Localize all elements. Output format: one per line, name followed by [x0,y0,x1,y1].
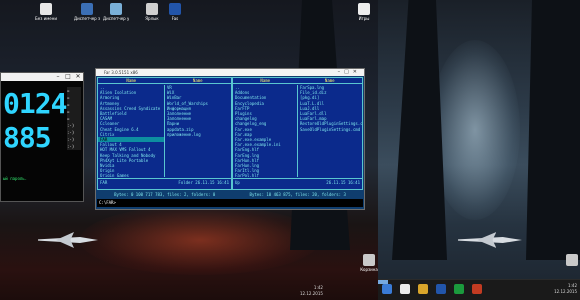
file-explorer-icon[interactable] [418,284,428,294]
app-icon[interactable] [472,284,482,294]
info-name: FAR [100,180,108,185]
wallpaper-fire-glow [80,205,320,275]
clock-date: 12.12.2015 [300,291,323,296]
side-list-item[interactable]: = [67,108,81,115]
command-line[interactable]: C:\FAR> [97,199,363,207]
password-text: ый пароль. [3,176,28,181]
window-titlebar[interactable]: – □ ✕ [1,73,83,81]
panel-column: FarSpa.lng File_id.diz [pkg.di] LuaT.L.dll L… [298,85,362,177]
status-right: Bytes: 10 463 875, files: 20, folders: 3 [249,192,346,197]
info-date: 26.11.15 16:41 [326,180,360,185]
task-manager-icon [81,3,93,15]
status-line: Bytes: 0 100 717 783, files: 2, folders:… [97,191,363,198]
recycle-bin-icon [363,254,375,266]
desktop-icon-far[interactable]: Fas [162,3,188,21]
maximize-icon[interactable]: □ [63,73,73,81]
left-screen-clock[interactable]: 1:42 12.12.2015 [300,285,323,297]
file-list-item[interactable]: Origin Games [98,173,164,177]
info-name: Up [235,180,240,185]
side-list[interactable]: = = = = = :-) :-) :-) :-) [67,87,81,150]
side-list-item[interactable]: :-) [67,136,81,143]
side-list-item[interactable]: = [67,94,81,101]
desktop-icon-document[interactable]: Без имени [33,3,59,21]
panel-column: .. Alien Isolation Armoring Artmoney Assassi… [98,85,165,177]
desktop: Без имени Диспетчер задач Диспетчер устр… [0,0,580,300]
column-header: Name [260,78,271,83]
side-list-item[interactable]: = [67,101,81,108]
panel-info-line: Up 26.11.15 16:41 [233,178,362,188]
folder-icon [358,3,370,15]
search-icon[interactable] [400,284,410,294]
start-icon[interactable] [382,284,392,294]
close-icon[interactable]: ✕ [353,69,361,75]
far-manager-icon [169,3,181,15]
info-date: Folder 26.11.15 16:41 [178,180,229,185]
clock-date: 12.12.2015 [554,289,577,294]
panel-column: .. Addons Documentation Encyclopedia FarFTP P… [233,85,298,177]
column-header: Name [192,78,203,83]
right-panel[interactable]: Name Name .. Addons Documentation Encyclope… [232,77,363,190]
shortcut-icon [146,3,158,15]
side-list-item[interactable]: :-) [67,143,81,150]
desktop-icon-device-manager[interactable]: Диспетчер устройств [103,3,129,21]
system-tray[interactable]: 1:42 12.12.2015 [554,283,577,295]
panel-column: VR WiX WinBar World_of_Warships Информация За… [165,85,231,177]
taskbar: 1:42 12.12.2015 [378,279,580,300]
file-list-item[interactable]: RestoreOldPluginSettings.cmd [298,121,362,126]
panel-header: Name Name [98,78,231,84]
window-title: Far 3.0.5151 x86 [104,70,138,75]
wallpaper-spaceship [458,232,522,248]
desktop-icon-recycle-bin[interactable]: Корзина [356,254,382,272]
column-header: Name [126,78,137,83]
side-list-item[interactable]: = [67,87,81,94]
file-list-item[interactable]: FarPol.hlf [233,173,297,177]
side-list-item[interactable]: :-) [67,129,81,136]
clock-window[interactable]: – □ ✕ 0124 885 = = = = = :-) :-) :-) :-)… [0,72,84,202]
clock-digits-top: 0124 [3,87,67,120]
status-left: Bytes: 0 100 717 783, files: 2, folders:… [114,192,216,197]
far-manager-window[interactable]: Far 3.0.5151 x86 –□✕ Name Name .. Alien I… [95,68,365,210]
desktop-icon-task-manager[interactable]: Диспетчер задач [74,3,100,21]
file-list-item[interactable]: SaveOldPluginSettings.cmd [298,127,362,132]
clock-digits-bottom: 885 [3,121,52,154]
desktop-icon-games[interactable]: Игры [351,3,377,21]
desktop-icon-recycle-bin[interactable] [559,254,580,266]
device-manager-icon [110,3,122,15]
close-icon[interactable]: ✕ [73,73,83,81]
left-panel[interactable]: Name Name .. Alien Isolation Armoring Artmo… [97,77,232,190]
file-list-item[interactable]: приложение.log [165,132,231,137]
window-titlebar[interactable]: Far 3.0.5151 x86 –□✕ [96,69,364,76]
column-header: Name [324,78,335,83]
app-icon[interactable] [454,284,464,294]
minimize-icon[interactable]: – [53,73,63,81]
maximize-icon[interactable]: □ [344,69,353,75]
recycle-bin-icon [566,254,578,266]
panel-info-line: FAR Folder 26.11.15 16:41 [98,178,231,188]
panel-header: Name Name [233,78,362,84]
document-icon [40,3,52,15]
side-list-item[interactable]: = [67,115,81,122]
wallpaper-spaceship [38,232,98,248]
far-manager-icon[interactable] [436,284,446,294]
side-list-item[interactable]: :-) [67,122,81,129]
